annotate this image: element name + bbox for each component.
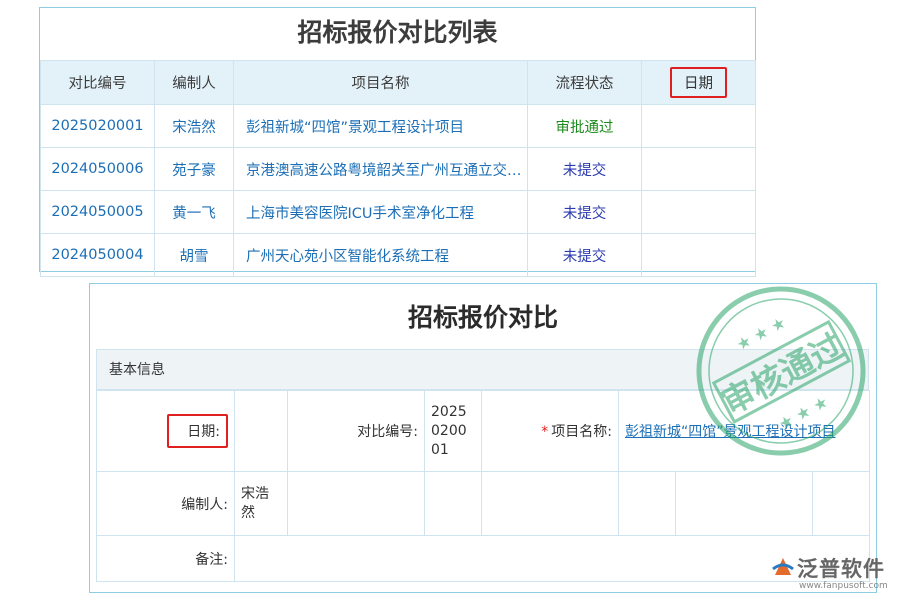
project-label-cell: *项目名称: bbox=[482, 391, 619, 472]
id-label: 对比编号: bbox=[288, 391, 425, 472]
empty-cell bbox=[813, 472, 870, 536]
comparison-list-panel: 招标报价对比列表 对比编号 编制人 项目名称 流程状态 日期 202502000… bbox=[39, 7, 756, 272]
row-project[interactable]: 彭祖新城“四馆”景观工程设计项目 bbox=[234, 105, 528, 148]
date-field[interactable] bbox=[235, 391, 288, 472]
row-date bbox=[642, 234, 756, 277]
logo-url: www.fanpusoft.com bbox=[799, 581, 888, 591]
fanpu-logo: 泛普软件 www.fanpusoft.com bbox=[771, 553, 893, 597]
empty-cell bbox=[288, 472, 425, 536]
row-project[interactable]: 京港澳高速公路粤境韶关至广州互通立交工程 bbox=[234, 148, 528, 191]
remark-label: 备注: bbox=[97, 536, 235, 582]
row-date bbox=[642, 191, 756, 234]
column-header-project[interactable]: 项目名称 bbox=[234, 61, 528, 105]
logo-name: 泛普软件 bbox=[797, 553, 885, 583]
date-label: 日期: bbox=[167, 414, 228, 448]
row-status: 未提交 bbox=[528, 234, 642, 277]
approved-stamp: 审核通过 ★ ★ ★ ★ ★ ★ bbox=[694, 284, 868, 458]
id-field[interactable]: 2025020001 bbox=[425, 391, 482, 472]
row-date bbox=[642, 148, 756, 191]
column-header-id[interactable]: 对比编号 bbox=[41, 61, 155, 105]
column-header-author[interactable]: 编制人 bbox=[155, 61, 234, 105]
table-row[interactable]: 2024050006 苑子豪 京港澳高速公路粤境韶关至广州互通立交工程 未提交 bbox=[41, 148, 756, 191]
table-header-row: 对比编号 编制人 项目名称 流程状态 日期 bbox=[41, 61, 756, 105]
author-label: 编制人: bbox=[97, 472, 235, 536]
row-id[interactable]: 2024050005 bbox=[41, 191, 155, 234]
comparison-table: 对比编号 编制人 项目名称 流程状态 日期 2025020001 宋浩然 彭祖新… bbox=[40, 60, 756, 277]
row-id[interactable]: 2025020001 bbox=[41, 105, 155, 148]
empty-cell bbox=[425, 472, 482, 536]
row-project[interactable]: 上海市美容医院ICU手术室净化工程 bbox=[234, 191, 528, 234]
list-title: 招标报价对比列表 bbox=[40, 8, 755, 60]
author-field[interactable]: 宋浩然 bbox=[235, 472, 288, 536]
project-label: 项目名称: bbox=[551, 424, 612, 440]
row-status: 未提交 bbox=[528, 148, 642, 191]
table-row[interactable]: 2024050005 黄一飞 上海市美容医院ICU手术室净化工程 未提交 bbox=[41, 191, 756, 234]
row-author: 黄一飞 bbox=[155, 191, 234, 234]
date-header-highlight: 日期 bbox=[670, 67, 727, 98]
empty-cell bbox=[482, 472, 619, 536]
row-date bbox=[642, 105, 756, 148]
empty-cell bbox=[676, 472, 813, 536]
date-label-cell: 日期: bbox=[97, 391, 235, 472]
row-id[interactable]: 2024050006 bbox=[41, 148, 155, 191]
column-header-date[interactable]: 日期 bbox=[642, 61, 756, 105]
row-project[interactable]: 广州天心苑小区智能化系统工程 bbox=[234, 234, 528, 277]
required-mark: * bbox=[541, 424, 548, 440]
table-row[interactable]: 2025020001 宋浩然 彭祖新城“四馆”景观工程设计项目 审批通过 bbox=[41, 105, 756, 148]
row-author: 苑子豪 bbox=[155, 148, 234, 191]
fanpu-logo-icon bbox=[771, 555, 795, 579]
column-header-status[interactable]: 流程状态 bbox=[528, 61, 642, 105]
empty-cell bbox=[619, 472, 676, 536]
stamp-star-icon: ★ ★ ★ bbox=[775, 392, 831, 434]
row-author: 宋浩然 bbox=[155, 105, 234, 148]
row-id[interactable]: 2024050004 bbox=[41, 234, 155, 277]
row-author: 胡雪 bbox=[155, 234, 234, 277]
row-status: 审批通过 bbox=[528, 105, 642, 148]
table-row[interactable]: 2024050004 胡雪 广州天心苑小区智能化系统工程 未提交 bbox=[41, 234, 756, 277]
row-status: 未提交 bbox=[528, 191, 642, 234]
